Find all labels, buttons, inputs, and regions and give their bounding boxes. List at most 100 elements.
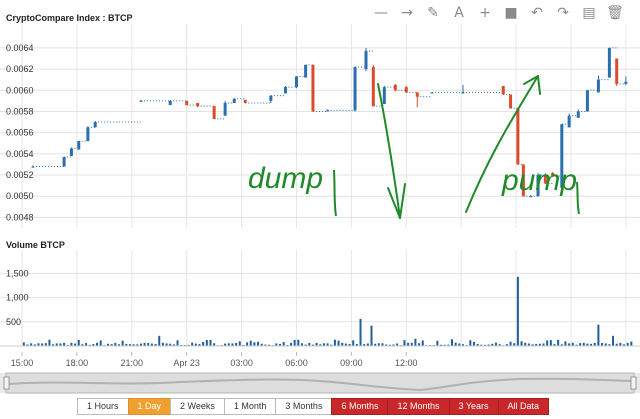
candle[interactable] [585,90,589,112]
volume-bar [333,339,336,346]
candle[interactable] [607,47,611,78]
time-label: 06:00 [285,358,308,368]
volume-bar [612,335,615,346]
volume-bar [472,341,475,346]
range-3-years-button[interactable]: 3 Years [448,398,499,415]
price-y-tick: 0.0060 [6,85,34,95]
candle[interactable] [62,157,66,167]
volume-bar [352,340,355,346]
time-label: 21:00 [121,358,144,368]
volume-bar [564,341,567,346]
save-icon[interactable]: ▤ [576,2,602,24]
price-y-tick: 0.0056 [6,128,34,138]
volume-bar [246,342,249,346]
volume-bar [520,341,523,346]
pump-stroke [576,181,580,215]
price-y-tick: 0.0052 [6,170,34,180]
candle[interactable] [232,98,236,103]
candle[interactable] [212,106,216,119]
plus-icon[interactable]: + [472,2,498,24]
volume-bar [209,340,212,346]
redo-icon[interactable]: ↷ [550,2,576,24]
drawing-toolbar: — → ✎ A + ■ ↶ ↷ ▤ 🗑 [368,2,640,24]
candle[interactable] [596,79,600,93]
candle[interactable] [77,141,81,150]
volume-bar [546,340,549,346]
volume-bar [337,340,340,346]
range-12-months-button[interactable]: 12 Months [387,398,450,415]
range-selector: 1 Hours 1 Day 2 Weeks 1 Month 3 Months 6 Mont… [77,398,550,415]
candle[interactable] [461,92,465,94]
volume-bar [176,340,179,346]
volume-bar [436,340,439,346]
candle[interactable] [196,102,200,107]
candle[interactable] [364,51,368,70]
candle[interactable] [294,76,298,88]
candle[interactable] [31,166,35,168]
candle[interactable] [371,66,375,107]
range-2-weeks-button[interactable]: 2 Weeks [170,398,225,415]
volume-bar [597,324,600,346]
volume-bar [549,340,552,346]
candle[interactable] [185,100,189,106]
range-navigator[interactable] [0,372,640,394]
candle[interactable] [93,122,97,128]
volume-bar [297,339,300,346]
time-axis: 15:00 18:00 21:00 Apr 23 03:00 06:00 09:00 12:0… [11,352,418,368]
candle[interactable] [393,84,397,91]
navigator-left-handle[interactable] [3,376,10,390]
price-chart[interactable]: 0.0048 0.0050 0.0052 0.0054 0.0056 0.0058 0.00… [0,24,640,236]
navigator-right-handle[interactable] [630,376,637,390]
volume-bar [238,341,241,346]
candle[interactable] [624,81,628,84]
range-3-months-button[interactable]: 3 Months [275,398,333,415]
candle[interactable] [501,86,505,95]
range-1-day-button[interactable]: 1 Day [127,398,172,415]
volume-bar [48,339,51,346]
candle[interactable] [576,111,580,118]
candle[interactable] [269,95,273,101]
time-label: 03:00 [230,358,253,368]
undo-icon[interactable]: ↶ [524,2,550,24]
candle[interactable] [168,100,172,106]
candle[interactable] [311,64,315,112]
candle[interactable] [382,87,386,105]
range-1-hours-button[interactable]: 1 Hours [77,398,129,415]
arrow-right-icon[interactable]: → [394,2,420,24]
volume-y-tick: 1,000 [6,293,29,303]
volume-bar [191,342,194,346]
volume-bar [359,318,362,346]
volume-bar [421,340,424,346]
square-icon[interactable]: ■ [498,2,524,24]
volume-chart[interactable]: 500 1,000 1,500 [0,250,640,350]
candle[interactable] [243,99,247,103]
candle[interactable] [430,92,434,94]
candle[interactable] [516,108,520,165]
candle[interactable] [86,127,90,142]
candle[interactable] [69,148,73,156]
candle[interactable] [567,115,571,128]
candle[interactable] [415,92,419,97]
price-y-tick: 0.0058 [6,106,34,116]
range-6-months-button[interactable]: 6 Months [331,398,389,415]
candle[interactable] [223,102,227,116]
candle[interactable] [139,100,143,102]
candle[interactable] [615,58,619,84]
price-y-tick: 0.0050 [6,191,34,201]
volume-bar [158,335,161,346]
trash-icon[interactable]: 🗑 [602,2,628,24]
candle[interactable] [283,87,287,94]
pencil-icon[interactable]: ✎ [420,2,446,24]
candle[interactable] [404,87,408,93]
range-1-month-button[interactable]: 1 Month [223,398,277,415]
volume-bar [557,339,560,346]
minus-icon[interactable]: — [368,2,394,24]
range-all-data-button[interactable]: All Data [497,398,550,415]
text-icon[interactable]: A [446,2,472,24]
candle[interactable] [326,110,330,112]
candle[interactable] [353,66,357,111]
candle[interactable] [509,94,513,109]
volume-bar [451,339,454,346]
candle[interactable] [304,64,308,78]
volume-bar [282,342,285,346]
